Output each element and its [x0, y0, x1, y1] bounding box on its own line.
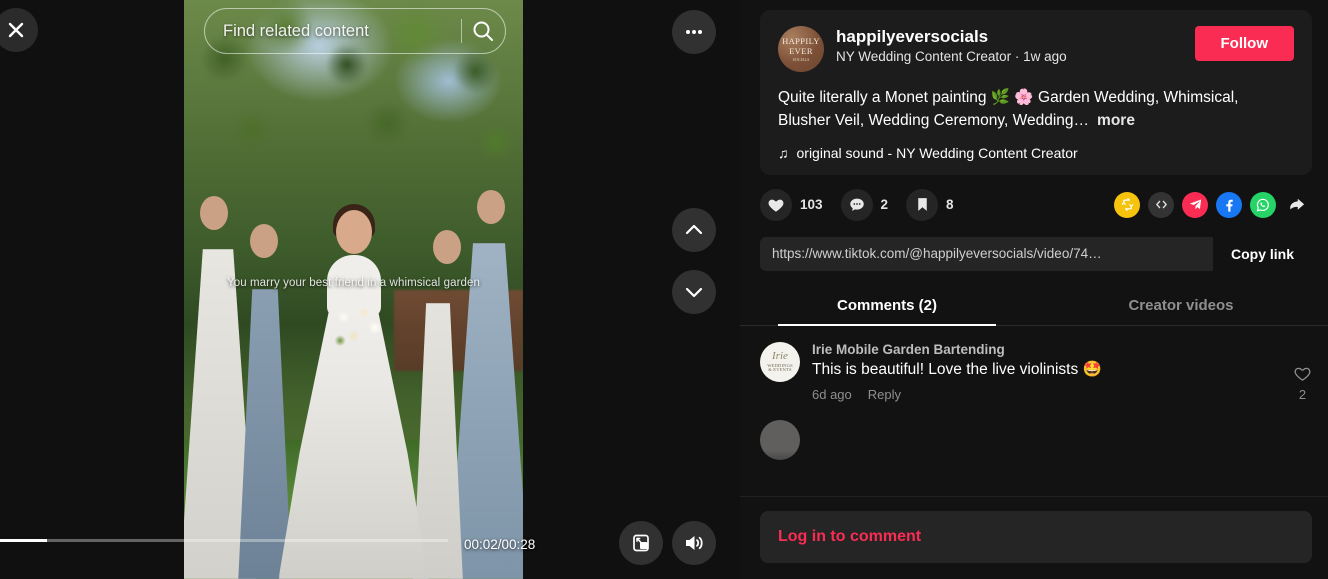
progress-fill [0, 538, 48, 542]
video-attendant-head-3 [477, 190, 505, 224]
login-to-comment-label: Log in to comment [778, 528, 922, 545]
tab-comments[interactable]: Comments (2) [740, 285, 1034, 326]
tab-bar: Comments (2) Creator videos [740, 285, 1328, 326]
telegram-icon[interactable] [1182, 191, 1208, 218]
comment-like-button[interactable]: 2 [1293, 342, 1312, 403]
chevron-down-glyph [685, 287, 703, 298]
login-to-comment-button[interactable]: Log in to comment [760, 511, 1312, 563]
share-group [1114, 191, 1310, 218]
video-pane: You marry your best friend in a whimsica… [0, 0, 740, 579]
search-input[interactable] [205, 9, 461, 53]
post-description: Quite literally a Monet painting 🌿 🌸 Gar… [778, 89, 1239, 130]
post-description-wrap: Quite literally a Monet painting 🌿 🌸 Gar… [778, 86, 1294, 133]
comment-avatar-line-3: & EVENTS [768, 367, 792, 372]
author-meta: happilyeversocials NY Wedding Content Cr… [836, 26, 1183, 64]
picture-in-picture-icon[interactable] [619, 521, 663, 565]
sound-row[interactable]: ♫ original sound - NY Wedding Content Cr… [778, 145, 1294, 161]
save-button[interactable]: 8 [906, 188, 954, 221]
comment-avatar[interactable] [760, 420, 800, 461]
comment-item: Irie WEDDINGS & EVENTS Irie Mobile Garde… [760, 341, 1312, 403]
comments-list[interactable]: Irie WEDDINGS & EVENTS Irie Mobile Garde… [740, 326, 1328, 496]
info-pane: HAPPILY EVER SOCIALS happilyeversocials … [740, 0, 1328, 579]
embed-icon[interactable] [1148, 191, 1174, 218]
facebook-icon[interactable] [1216, 191, 1242, 218]
avatar[interactable]: HAPPILY EVER SOCIALS [778, 26, 824, 72]
comment-author[interactable]: Irie Mobile Garden Bartending [812, 342, 1281, 357]
comment-bubble-icon [840, 188, 873, 221]
avatar-line-2: EVER [789, 46, 813, 56]
more-options-icon[interactable] [672, 10, 716, 54]
close-glyph [8, 22, 24, 38]
description-more-button[interactable]: more [1097, 112, 1135, 129]
ellipsis-glyph [686, 30, 702, 34]
video-player[interactable]: You marry your best friend in a whimsica… [184, 0, 523, 579]
pip-glyph [633, 534, 649, 552]
close-icon[interactable] [0, 8, 38, 52]
speaker-glyph [686, 536, 703, 550]
post-info-card: HAPPILY EVER SOCIALS happilyeversocials … [760, 10, 1312, 175]
video-progress-bar[interactable] [0, 534, 448, 546]
tab-creator-videos[interactable]: Creator videos [1034, 285, 1328, 325]
follow-button[interactable]: Follow [1194, 26, 1294, 61]
tiktok-video-modal: You marry your best friend in a whimsica… [0, 0, 1328, 579]
search-icon[interactable] [462, 9, 505, 53]
copy-link-button[interactable]: Copy link [1212, 236, 1312, 271]
avatar-line-3: SOCIALS [792, 56, 810, 62]
comment-item [760, 420, 1312, 461]
video-bride-head [335, 210, 372, 254]
video-timestamp: 00:02/00:28 [464, 537, 536, 552]
chevron-up-glyph [685, 224, 703, 235]
save-count: 8 [946, 197, 954, 212]
next-video-chevron-down-icon[interactable] [672, 270, 716, 314]
comment-glyph [849, 198, 864, 211]
send-glyph [1189, 199, 1201, 210]
comment-avatar[interactable]: Irie WEDDINGS & EVENTS [760, 341, 800, 382]
comment-avatar-line-1: Irie [772, 349, 788, 362]
share-arrow-glyph [1290, 198, 1305, 210]
bookmark-icon [906, 188, 939, 221]
repost-icon[interactable] [1114, 191, 1140, 218]
repost-glyph [1121, 198, 1133, 211]
comment-count: 2 [880, 197, 889, 212]
search-glyph [473, 21, 494, 41]
comment-meta: 6d ago Reply [812, 387, 1281, 402]
share-more-icon[interactable] [1284, 192, 1310, 218]
previous-video-chevron-up-icon[interactable] [672, 208, 716, 252]
music-note-icon: ♫ [778, 144, 789, 161]
whatsapp-glyph [1256, 198, 1269, 211]
share-link-row: https://www.tiktok.com/@happilyeversocia… [760, 236, 1312, 271]
comment-like-count: 2 [1298, 386, 1307, 402]
video-url[interactable]: https://www.tiktok.com/@happilyeversocia… [760, 246, 1213, 261]
comment-body [812, 420, 1312, 460]
avatar-line-1: HAPPILY [782, 35, 820, 46]
code-glyph [1155, 200, 1167, 209]
author-row: HAPPILY EVER SOCIALS happilyeversocials … [778, 26, 1294, 72]
engagement-row: 103 2 8 [740, 175, 1328, 221]
video-attendant-head-4 [433, 230, 461, 264]
like-button[interactable]: 103 [760, 188, 823, 221]
sound-label: original sound - NY Wedding Content Crea… [796, 144, 1078, 161]
author-username[interactable]: happilyeversocials [836, 26, 1183, 47]
heart-filled-icon [760, 188, 792, 221]
video-bouquet [329, 300, 392, 358]
whatsapp-icon[interactable] [1250, 191, 1276, 218]
volume-icon[interactable] [672, 521, 716, 565]
login-bar: Log in to comment [740, 496, 1328, 579]
progress-track [0, 538, 448, 542]
related-content-search[interactable] [204, 8, 506, 54]
heart-glyph [768, 199, 784, 212]
comment-reply-button[interactable]: Reply [868, 387, 901, 402]
facebook-glyph [1226, 199, 1233, 212]
like-count: 103 [800, 197, 823, 212]
video-attendant-head-2 [250, 224, 278, 258]
video-attendant-head-1 [200, 196, 228, 230]
heart-outline-icon [1294, 367, 1311, 381]
comment-time: 6d ago [812, 387, 852, 403]
comment-button[interactable]: 2 [840, 188, 889, 221]
bookmark-glyph [917, 198, 927, 211]
author-subtitle: NY Wedding Content Creator · 1w ago [836, 49, 1067, 65]
comment-text: This is beautiful! Love the live violini… [812, 360, 1102, 378]
comment-body: Irie Mobile Garden Bartending This is be… [812, 342, 1281, 403]
